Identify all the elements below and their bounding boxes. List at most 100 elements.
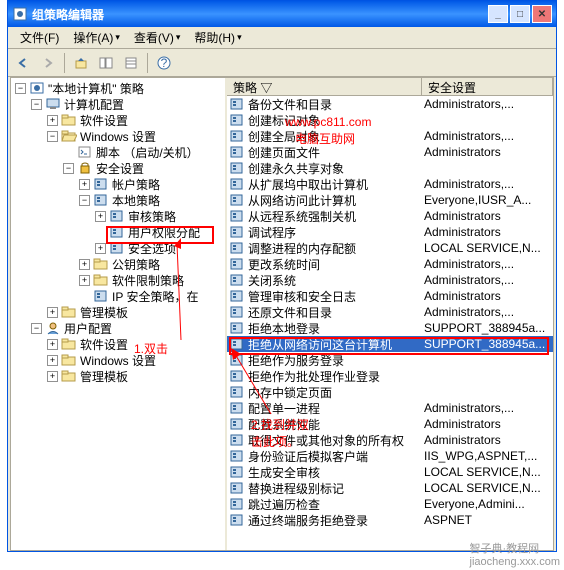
up-button[interactable]	[70, 52, 92, 74]
list-row[interactable]: 身份验证后模拟客户端IIS_WPG,ASPNET,...	[227, 448, 553, 464]
tree-local-policy[interactable]: − 本地策略	[11, 192, 225, 208]
list-row[interactable]: 创建标记对象	[227, 112, 553, 128]
node-label: 用户权限分配	[128, 224, 200, 241]
list-row[interactable]: 拒绝作为服务登录	[227, 352, 553, 368]
node-icon	[109, 209, 125, 223]
node-label: 管理模板	[80, 368, 128, 385]
back-button[interactable]	[12, 52, 34, 74]
menu-file[interactable]: 文件(F)	[14, 27, 65, 48]
list-row[interactable]: 还原文件和目录Administrators,...	[227, 304, 553, 320]
svg-text:?: ?	[161, 56, 168, 70]
list-row[interactable]: 更改系统时间Administrators,...	[227, 256, 553, 272]
node-label: 本地策略	[112, 192, 160, 209]
expander-icon[interactable]: +	[47, 339, 58, 350]
expander-icon[interactable]: −	[63, 163, 74, 174]
expander-icon[interactable]: −	[79, 195, 90, 206]
app-window: 组策略编辑器 _ □ ✕ 文件(F) 操作(A)▾ 查看(V)▾ 帮助(H)▾ …	[7, 0, 557, 552]
list-row[interactable]: 取得文件或其他对象的所有权Administrators	[227, 432, 553, 448]
expander-icon[interactable]: +	[47, 371, 58, 382]
list-row[interactable]: 内存中锁定页面	[227, 384, 553, 400]
tree-software-settings-2[interactable]: +软件设置	[11, 336, 225, 352]
list-row[interactable]: 从网络访问此计算机Everyone,IUSR_A...	[227, 192, 553, 208]
expander-icon[interactable]: −	[31, 99, 42, 110]
tree-restriction-policy[interactable]: +软件限制策略	[11, 272, 225, 288]
tree-account-policy[interactable]: + 帐户策略	[11, 176, 225, 192]
tree-ip-security[interactable]: IP 安全策略，在	[11, 288, 225, 304]
tree-windows-settings[interactable]: −Windows 设置	[11, 128, 225, 144]
tree-audit-policy[interactable]: +审核策略	[11, 208, 225, 224]
policy-name: 创建全局对象	[248, 128, 424, 145]
window-controls: _ □ ✕	[488, 5, 552, 23]
show-hide-tree-button[interactable]	[95, 52, 117, 74]
list-row[interactable]: 通过终端服务拒绝登录ASPNET	[227, 512, 553, 528]
list-row[interactable]: 拒绝从网络访问这台计算机SUPPORT_388945a...	[227, 336, 553, 352]
list-row[interactable]: 从扩展坞中取出计算机Administrators,...	[227, 176, 553, 192]
menu-help[interactable]: 帮助(H)▾	[188, 27, 247, 48]
column-setting[interactable]: 安全设置	[422, 78, 553, 95]
tree-security-options[interactable]: +安全选项	[11, 240, 225, 256]
list-row[interactable]: 创建页面文件Administrators	[227, 144, 553, 160]
menu-action[interactable]: 操作(A)▾	[67, 27, 126, 48]
expander-icon[interactable]: +	[95, 211, 106, 222]
expander-icon[interactable]: +	[47, 355, 58, 366]
export-list-button[interactable]	[120, 52, 142, 74]
policy-name: 跳过遍历检查	[248, 496, 424, 513]
list-row[interactable]: 备份文件和目录Administrators,...	[227, 96, 553, 112]
expander-icon	[63, 147, 74, 158]
tree-software-settings[interactable]: +软件设置	[11, 112, 225, 128]
tree-computer-config[interactable]: −计算机配置	[11, 96, 225, 112]
list-row[interactable]: 创建全局对象Administrators,...	[227, 128, 553, 144]
list-row[interactable]: 跳过遍历检查Everyone,Admini...	[227, 496, 553, 512]
close-button[interactable]: ✕	[532, 5, 552, 23]
expander-icon[interactable]: −	[47, 131, 58, 142]
list-row[interactable]: 配置系统性能Administrators	[227, 416, 553, 432]
column-policy[interactable]: 策略 ▽	[227, 78, 422, 95]
list-row[interactable]: 拒绝作为批处理作业登录	[227, 368, 553, 384]
expander-icon[interactable]: +	[79, 259, 90, 270]
expander-icon[interactable]: +	[79, 275, 90, 286]
list-row[interactable]: 生成安全审核LOCAL SERVICE,N...	[227, 464, 553, 480]
list-row[interactable]: 从远程系统强制关机Administrators	[227, 208, 553, 224]
tree-security-settings[interactable]: − 安全设置	[11, 160, 225, 176]
policy-setting: Administrators,...	[424, 257, 553, 271]
policy-name: 关闭系统	[248, 272, 424, 289]
tree-admin-templates-2[interactable]: + 管理模板	[11, 368, 225, 384]
tree-admin-templates[interactable]: +管理模板	[11, 304, 225, 320]
policy-icon	[229, 369, 245, 383]
expander-icon[interactable]: +	[79, 179, 90, 190]
maximize-button[interactable]: □	[510, 5, 530, 23]
list-pane[interactable]: 策略 ▽ 安全设置 备份文件和目录Administrators,...创建标记对…	[227, 78, 553, 550]
list-row[interactable]: 管理审核和安全日志Administrators	[227, 288, 553, 304]
expander-icon[interactable]: +	[47, 307, 58, 318]
node-label: Windows 设置	[80, 352, 156, 369]
menu-view[interactable]: 查看(V)▾	[128, 27, 187, 48]
forward-button[interactable]	[37, 52, 59, 74]
tree-user-config[interactable]: −用户配置	[11, 320, 225, 336]
tree-windows-settings-2[interactable]: + Windows 设置	[11, 352, 225, 368]
list-row[interactable]: 配置单一进程Administrators,...	[227, 400, 553, 416]
expander-icon[interactable]: +	[47, 115, 58, 126]
tree-pane[interactable]: 1.双击 −"本地计算机" 策略−计算机配置+软件设置−Windows 设置脚本…	[11, 78, 227, 550]
tree-public-key[interactable]: +公钥策略	[11, 256, 225, 272]
node-label: 安全设置	[96, 160, 144, 177]
policy-icon	[229, 417, 245, 431]
list-row[interactable]: 替换进程级别标记LOCAL SERVICE,N...	[227, 480, 553, 496]
list-row[interactable]: 拒绝本地登录SUPPORT_388945a...	[227, 320, 553, 336]
tree-user-rights[interactable]: 用户权限分配	[11, 224, 225, 240]
titlebar[interactable]: 组策略编辑器 _ □ ✕	[8, 1, 556, 27]
list-row[interactable]: 调试程序Administrators	[227, 224, 553, 240]
node-label: 帐户策略	[112, 176, 160, 193]
list-row[interactable]: 创建永久共享对象	[227, 160, 553, 176]
list-row[interactable]: 关闭系统Administrators,...	[227, 272, 553, 288]
help-button[interactable]: ?	[153, 52, 175, 74]
expander-icon[interactable]: −	[31, 323, 42, 334]
expander-icon[interactable]: +	[95, 243, 106, 254]
tree-scripts[interactable]: 脚本 （启动/关机）	[11, 144, 225, 160]
node-icon	[61, 305, 77, 319]
minimize-button[interactable]: _	[488, 5, 508, 23]
policy-icon	[229, 113, 245, 127]
policy-setting: Administrators,...	[424, 401, 553, 415]
list-row[interactable]: 调整进程的内存配额LOCAL SERVICE,N...	[227, 240, 553, 256]
tree-root[interactable]: −"本地计算机" 策略	[11, 80, 225, 96]
expander-icon[interactable]: −	[15, 83, 26, 94]
